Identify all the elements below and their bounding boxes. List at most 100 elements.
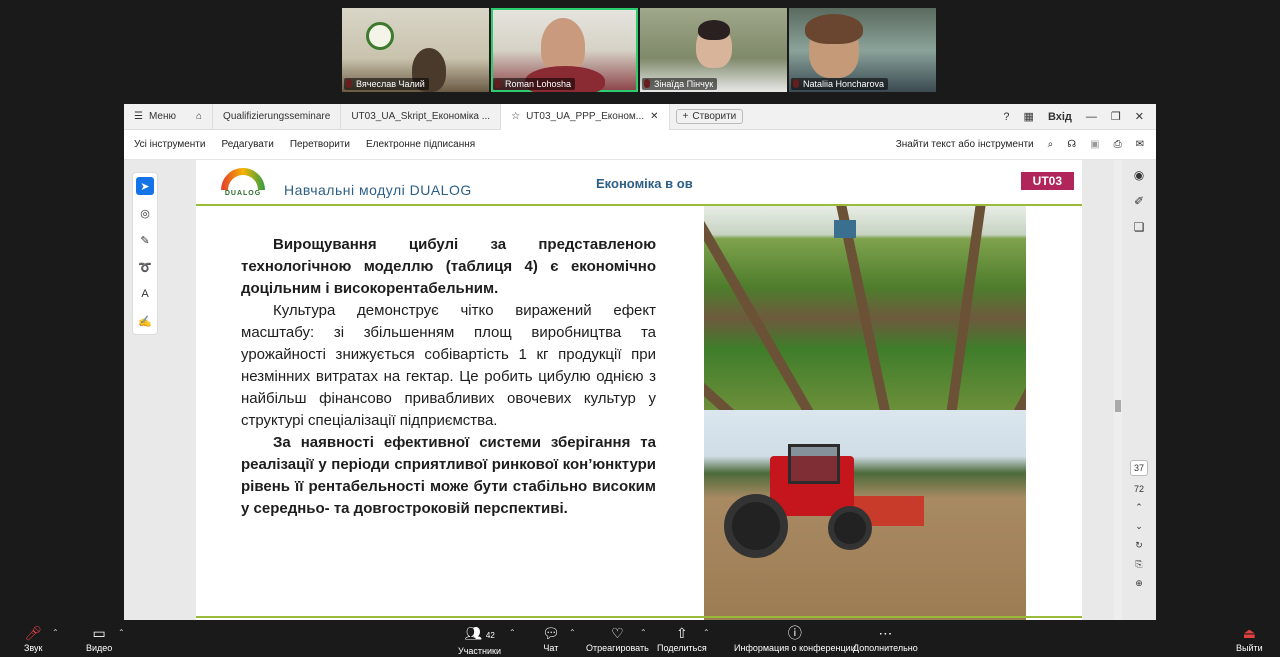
share-screen-icon: ⇧ — [675, 625, 688, 641]
more-button[interactable]: ⋯ Дополнительно — [853, 626, 918, 653]
page-indicator: 37 72 ⌃ ⌄ ↻ ⎘ ⊕ — [1128, 460, 1150, 589]
meeting-info-button[interactable]: ⓘ Информация о конференции — [734, 626, 856, 653]
participants-options-icon[interactable]: ⌃ — [509, 628, 516, 637]
more-icon: ⋯ — [878, 625, 893, 641]
participant-tile[interactable]: Nataliia Honcharova — [789, 8, 936, 92]
paragraph-conclusion: Вирощування цибулі за представленою техн… — [241, 236, 656, 297]
info-label: Информация о конференции — [734, 643, 856, 653]
page-down-icon[interactable]: ⌄ — [1135, 521, 1143, 532]
react-options-icon[interactable]: ⌃ — [640, 628, 647, 637]
maximize-icon[interactable]: ❐ — [1111, 110, 1121, 123]
window-controls: ? ▦ Вхід — ❐ ✕ — [1003, 110, 1156, 124]
convert-menu[interactable]: Перетворити — [290, 139, 350, 150]
right-toolbar: ◉ ✐ ❏ — [1126, 168, 1152, 234]
share-options-icon[interactable]: ⌃ — [703, 628, 710, 637]
pages-icon[interactable]: ❏ — [1134, 220, 1145, 234]
participants-button[interactable]: 👥︎ 42 Участники — [458, 626, 501, 656]
tab-bar: ☰ Меню ⌂ Qualifizierungsseminare UT03_UA… — [124, 103, 1156, 130]
participant-tile[interactable]: Вячеслав Чалий — [342, 8, 489, 92]
page-export-icon[interactable]: ⎘ — [1135, 559, 1142, 570]
shared-screen: ☰ Меню ⌂ Qualifizierungsseminare UT03_UA… — [124, 103, 1156, 620]
slide-footer-line — [196, 616, 1082, 618]
text-box-icon[interactable]: A — [136, 285, 154, 303]
chat-button[interactable]: 💬︎ Чат — [542, 626, 560, 653]
pdf-toolbar: Усі інструменти Редагувати Перетворити Е… — [124, 130, 1156, 160]
leave-icon: ⏏ — [1242, 625, 1256, 641]
home-icon: ⌂ — [196, 111, 203, 122]
headphones-icon[interactable]: ☊ — [1067, 139, 1076, 150]
vertical-scrollbar[interactable] — [1114, 160, 1122, 620]
apps-grid-icon[interactable]: ▦ — [1024, 110, 1034, 123]
menu-button[interactable]: ☰ Меню — [124, 104, 186, 130]
tab-ppp[interactable]: ☆ UT03_UA_PPP_Економ... ✕ — [501, 103, 670, 130]
plus-icon: + — [682, 111, 689, 122]
audio-button[interactable]: 🎤︎ Звук — [24, 626, 42, 653]
audio-options-icon[interactable]: ⌃ — [52, 628, 59, 637]
tab-qualifizierung[interactable]: Qualifizierungsseminare — [213, 103, 342, 130]
new-tab-button[interactable]: + Створити — [675, 109, 744, 124]
page-up-icon[interactable]: ⌃ — [1135, 502, 1143, 513]
close-window-icon[interactable]: ✕ — [1135, 110, 1144, 123]
comment-panel-icon[interactable]: ✐ — [1134, 194, 1144, 208]
video-button[interactable]: ▭ Видео — [86, 626, 112, 653]
minimize-icon[interactable]: — — [1086, 111, 1097, 123]
search-icon[interactable]: ⌕ — [1048, 139, 1054, 150]
comment-icon[interactable]: ◎ — [136, 204, 154, 222]
home-tab[interactable]: ⌂ — [186, 103, 214, 130]
zoom-icon[interactable]: ⊕ — [1135, 578, 1143, 589]
paragraph-scale-effect: Культура демонструє чітко виражений ефек… — [241, 302, 656, 429]
menu-label: Меню — [148, 111, 176, 122]
slide-body: Вирощування цибулі за представленою техн… — [241, 234, 656, 520]
left-toolbar: ➤ ◎ ✎ ➰ A ✍ — [132, 172, 158, 335]
star-icon: ☆ — [511, 111, 521, 122]
video-label: Видео — [86, 643, 113, 653]
tab-skript[interactable]: UT03_UA_Skript_Економіка ... — [341, 103, 502, 130]
save-icon[interactable]: ▣ — [1090, 139, 1099, 150]
current-page[interactable]: 37 — [1129, 460, 1148, 476]
participant-name: Roman Lohosha — [493, 78, 576, 90]
close-tab-icon[interactable]: ✕ — [650, 111, 658, 122]
slide-header-subject: Економіка в ов — [596, 176, 693, 191]
dualog-logo: DUALOG — [216, 166, 270, 202]
tab-label: Qualifizierungsseminare — [223, 111, 331, 122]
participant-tile-active[interactable]: Roman Lohosha — [491, 8, 638, 92]
help-icon[interactable]: ? — [1003, 111, 1009, 123]
ai-assistant-icon[interactable]: ◉ — [1134, 168, 1144, 182]
tab-label: UT03_UA_PPP_Економ... — [526, 111, 645, 122]
info-icon: ⓘ — [787, 625, 802, 641]
video-strip: Вячеслав Чалий Roman Lohosha Зінаїда Пін… — [342, 8, 936, 92]
search-label[interactable]: Знайти текст або інструменти — [896, 139, 1034, 150]
slide-page: DUALOG Навчальні модулі DUALOG Економіка… — [196, 160, 1082, 620]
chat-icon: 💬︎ — [542, 625, 560, 641]
share-button[interactable]: ⇧ Поделиться — [657, 626, 707, 653]
participants-count: 42 — [485, 631, 495, 640]
toolbar-right: Знайти текст або інструменти ⌕ ☊ ▣ ⎙ ✉ — [896, 139, 1156, 150]
sign-icon[interactable]: ✍ — [136, 312, 154, 330]
participant-tile[interactable]: Зінаїда Пінчук — [640, 8, 787, 92]
all-tools-menu[interactable]: Усі інструменти — [134, 139, 205, 150]
leave-button[interactable]: ⏏ Выйти — [1236, 626, 1263, 653]
pen-icon[interactable]: ✎ — [136, 231, 154, 249]
esign-menu[interactable]: Електронне підписання — [366, 139, 475, 150]
more-label: Дополнительно — [853, 643, 918, 653]
participant-name: Зінаїда Пінчук — [642, 78, 718, 90]
lasso-icon[interactable]: ➰ — [136, 258, 154, 276]
slide-header-title: Навчальні модулі DUALOG — [284, 182, 472, 198]
mail-icon[interactable]: ✉ — [1136, 139, 1144, 150]
react-label: Отреагировать — [586, 643, 649, 653]
rotate-icon[interactable]: ↻ — [1135, 540, 1143, 551]
tractor-harvest-photo — [704, 410, 1026, 620]
module-badge: UT03 — [1020, 172, 1074, 190]
print-icon[interactable]: ⎙ — [1114, 139, 1122, 150]
chat-options-icon[interactable]: ⌃ — [569, 628, 576, 637]
chat-label: Чат — [543, 643, 559, 653]
participant-name: Nataliia Honcharova — [791, 78, 889, 90]
edit-menu[interactable]: Редагувати — [221, 139, 273, 150]
login-button[interactable]: Вхід — [1048, 111, 1072, 123]
heart-icon: ♡ — [611, 625, 624, 641]
logo-text: DUALOG — [224, 190, 262, 197]
tab-label: UT03_UA_Skript_Економіка ... — [351, 111, 491, 122]
slide-header: DUALOG Навчальні модулі DUALOG Економіка… — [196, 160, 1082, 206]
video-options-icon[interactable]: ⌃ — [118, 628, 125, 637]
select-cursor-icon[interactable]: ➤ — [136, 177, 154, 195]
